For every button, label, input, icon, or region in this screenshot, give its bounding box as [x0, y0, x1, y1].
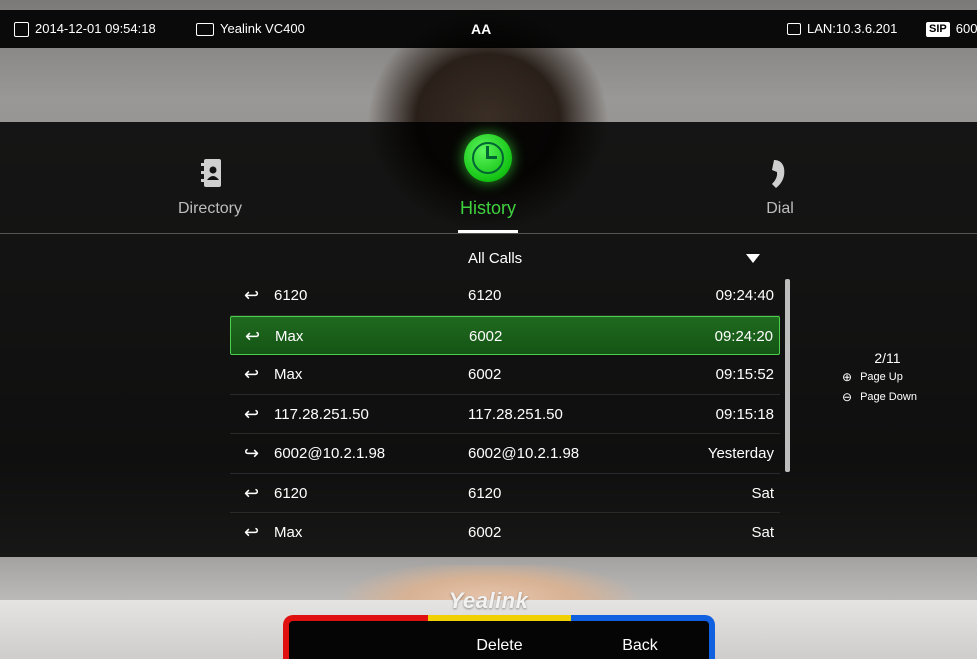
- call-row[interactable]: ↩ 117.28.251.50 117.28.251.50 09:15:18: [230, 395, 780, 434]
- outgoing-call-icon: ↪: [244, 443, 260, 463]
- tab-history-label: History: [459, 198, 516, 218]
- status-device: Yealink VC400: [220, 21, 305, 36]
- yealink-logo: Yealink: [448, 588, 529, 613]
- call-row[interactable]: ↩ 6120 6120 Sat: [230, 474, 780, 513]
- call-time: Sat: [751, 524, 774, 541]
- call-row-selected[interactable]: ↩ Max 6002 09:24:20: [230, 315, 780, 355]
- tab-directory-label: Directory: [177, 200, 242, 217]
- call-row[interactable]: ↩ 6120 6120 09:24:40: [230, 276, 780, 316]
- call-history-list: ↩ 6120 6120 09:24:40 ↩ Max 6002 09:24:20…: [230, 276, 780, 553]
- softkey-red[interactable]: [283, 615, 428, 659]
- tab-dial-label: Dial: [766, 200, 794, 217]
- back-button-label: Back: [622, 637, 658, 654]
- call-filter-dropdown[interactable]: All Calls: [230, 240, 780, 276]
- text-size-icon: AA: [471, 21, 492, 37]
- page-indicator: 2/11: [874, 350, 901, 366]
- device-icon: [196, 22, 214, 36]
- call-time: Yesterday: [707, 445, 774, 462]
- page-down-hint[interactable]: ⊖ Page Down: [842, 390, 917, 404]
- tab-dial[interactable]: Dial: [730, 122, 830, 232]
- call-number: 117.28.251.50: [468, 405, 563, 423]
- page-up-label: Page Up: [860, 371, 903, 383]
- clock-icon: [464, 134, 512, 182]
- call-name: 6002@10.2.1.98: [274, 445, 386, 462]
- call-number: 6120: [468, 287, 502, 304]
- tab-bar: Directory History Dial: [0, 122, 977, 234]
- page-down-label: Page Down: [860, 391, 917, 403]
- call-number: 6002: [469, 327, 503, 345]
- tab-history[interactable]: History: [438, 122, 538, 234]
- directory-icon: [201, 159, 221, 187]
- zoom-out-icon: ⊖: [842, 390, 853, 404]
- tab-divider: [0, 233, 977, 234]
- sip-item: SIP 6004: [926, 10, 977, 48]
- status-sip-account: 6004: [955, 21, 977, 36]
- call-number: 6002: [468, 366, 502, 383]
- device-item: Yealink VC400: [196, 10, 305, 48]
- call-time: 09:24:40: [715, 287, 774, 304]
- back-button[interactable]: Back: [571, 615, 715, 659]
- list-scrollbar[interactable]: [785, 279, 790, 472]
- incoming-call-icon: ↩: [244, 522, 260, 542]
- network-icon: [787, 23, 801, 35]
- lan-item: LAN:10.3.6.201: [787, 10, 897, 48]
- incoming-call-icon: ↩: [244, 403, 260, 424]
- softkey-bar: Delete Back: [283, 615, 715, 659]
- call-name: 6120: [274, 287, 308, 304]
- status-datetime: 2014-12-01 09:54:18: [35, 21, 156, 36]
- page-up-hint[interactable]: ⊕ Page Up: [842, 370, 917, 384]
- pager: 2/11 ⊕ Page Up ⊖ Page Down: [842, 350, 917, 410]
- delete-button-label: Delete: [476, 637, 523, 654]
- delete-button[interactable]: Delete: [428, 615, 571, 659]
- call-number: 6002@10.2.1.98: [468, 445, 580, 462]
- incoming-call-icon: ↩: [245, 325, 261, 346]
- call-row[interactable]: ↩ Max 6002 09:15:52: [230, 355, 780, 395]
- call-time: 09:15:18: [715, 405, 774, 423]
- call-number: 6120: [468, 484, 502, 502]
- status-bar: 2014-12-01 09:54:18 Yealink VC400 AA LAN…: [0, 10, 977, 48]
- call-number: 6002: [468, 524, 502, 541]
- dropdown-arrow-icon: [746, 254, 760, 263]
- call-time: Sat: [751, 484, 774, 502]
- call-row[interactable]: ↪ 6002@10.2.1.98 6002@10.2.1.98 Yesterda…: [230, 434, 780, 474]
- zoom-in-icon: ⊕: [842, 370, 853, 384]
- call-filter-label: All Calls: [468, 250, 523, 267]
- incoming-call-icon: ↩: [244, 285, 260, 305]
- tab-directory[interactable]: Directory: [160, 122, 260, 232]
- call-name: Max: [274, 524, 303, 541]
- call-name: Max: [275, 327, 304, 345]
- call-time: 09:15:52: [715, 366, 774, 383]
- call-row[interactable]: ↩ Max 6002 Sat: [230, 513, 780, 553]
- sip-badge: SIP: [926, 21, 950, 37]
- handset-icon: [772, 160, 785, 188]
- call-name: Max: [274, 366, 303, 383]
- calendar-icon: [14, 21, 29, 37]
- incoming-call-icon: ↩: [244, 482, 260, 503]
- datetime-item: 2014-12-01 09:54:18: [14, 10, 156, 48]
- call-time: 09:24:20: [714, 327, 773, 345]
- call-name: 117.28.251.50: [274, 405, 369, 423]
- call-name: 6120: [274, 484, 308, 502]
- status-lan: LAN:10.3.6.201: [807, 21, 898, 36]
- incoming-call-icon: ↩: [244, 364, 260, 384]
